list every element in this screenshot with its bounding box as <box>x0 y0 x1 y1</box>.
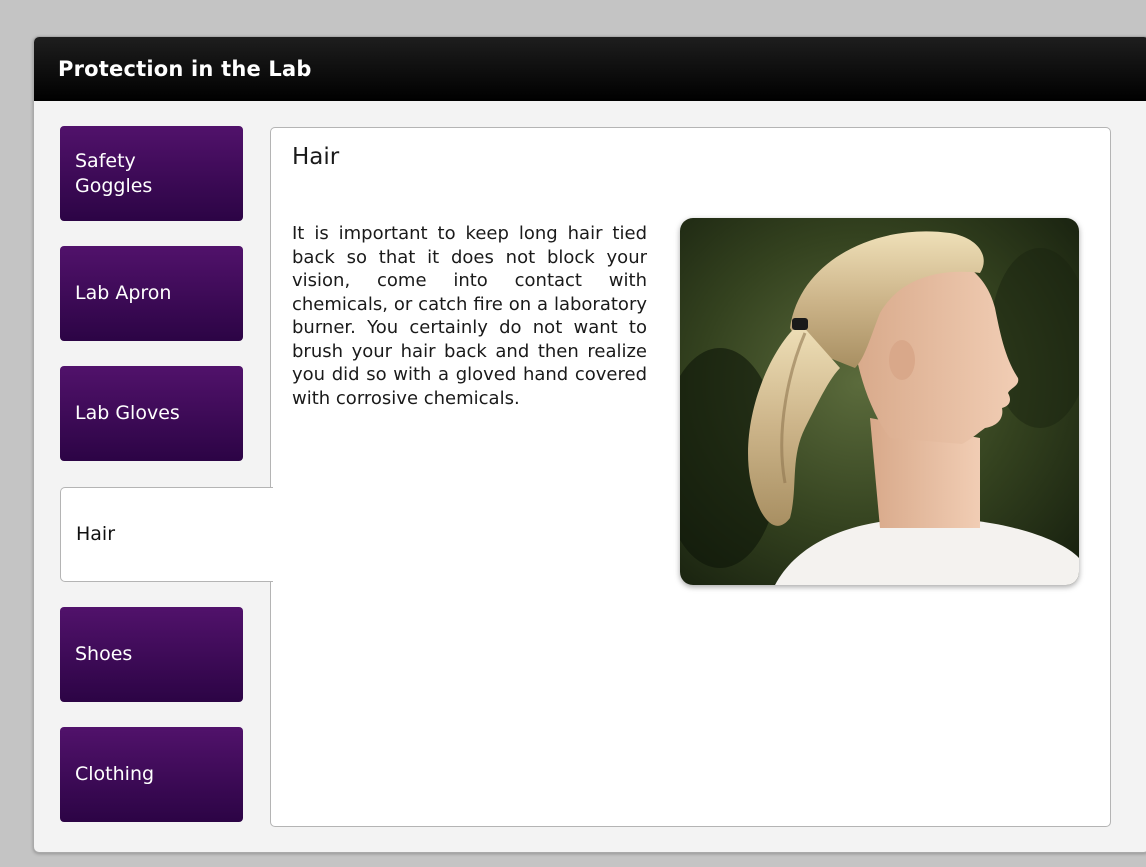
tab-label: Safety Goggles <box>75 149 153 197</box>
content-panel: Hair It is important to keep long hair t… <box>270 127 1111 827</box>
tab-lab-apron[interactable]: Lab Apron <box>60 246 243 341</box>
tab-safety-goggles[interactable]: Safety Goggles <box>60 126 243 221</box>
tab-label: Clothing <box>75 763 155 785</box>
title-bar: Protection in the Lab <box>34 37 1146 101</box>
hair-photo <box>680 218 1079 585</box>
tab-lab-gloves[interactable]: Lab Gloves <box>60 366 243 461</box>
tab-hair[interactable]: Hair <box>60 487 273 582</box>
tab-shoes[interactable]: Shoes <box>60 607 243 702</box>
lesson-window: Protection in the Lab Safety Goggles Lab… <box>33 36 1146 853</box>
window-title: Protection in the Lab <box>58 57 312 81</box>
tab-label: Shoes <box>75 643 133 665</box>
tab-label: Lab Gloves <box>75 402 180 424</box>
content-heading: Hair <box>292 144 340 170</box>
tab-clothing[interactable]: Clothing <box>60 727 243 822</box>
tab-label: Lab Apron <box>75 282 172 304</box>
content-body-text: It is important to keep long hair tied b… <box>292 223 647 409</box>
tab-label: Hair <box>76 523 116 545</box>
